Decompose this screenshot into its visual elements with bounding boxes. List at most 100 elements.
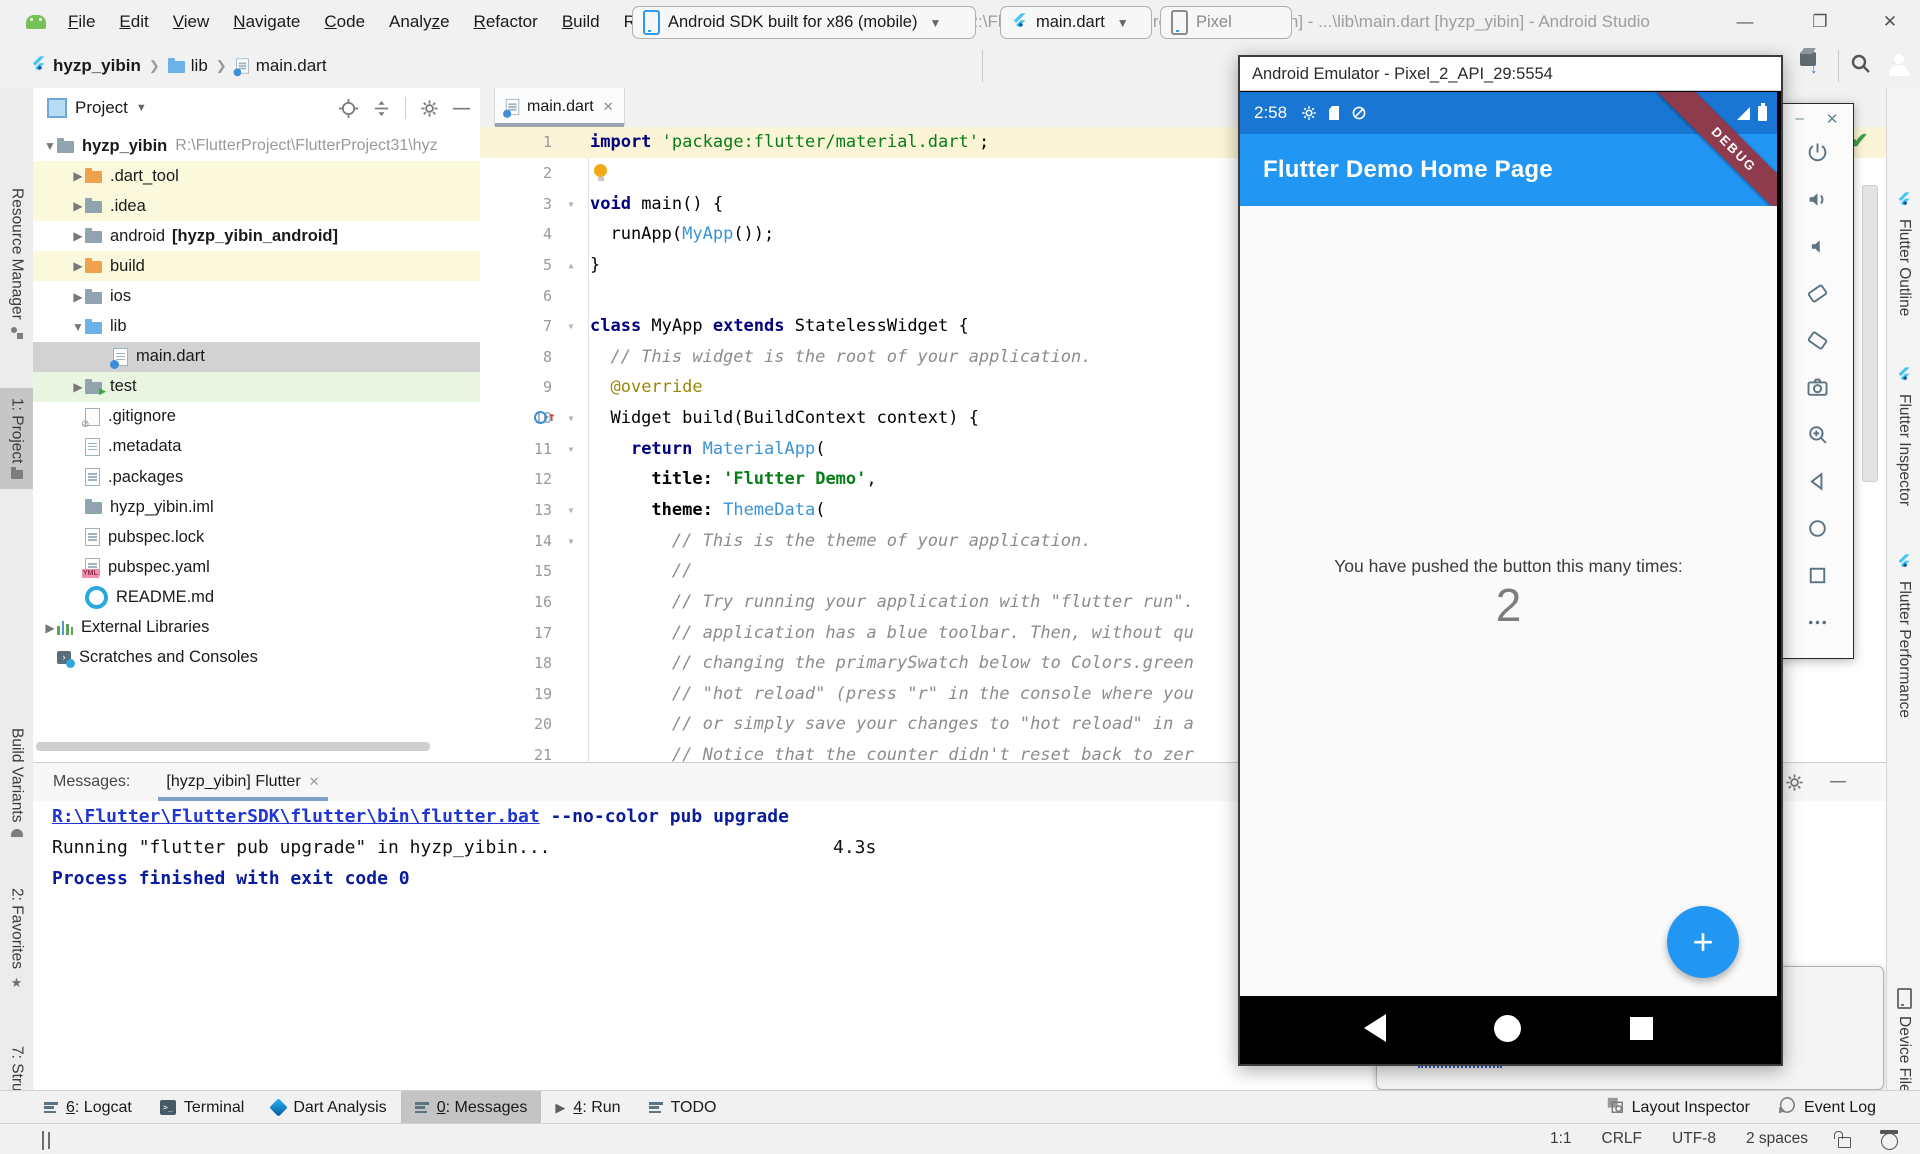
status-indent-setting[interactable]: 2 spaces [1746,1130,1808,1148]
fold-marker-icon[interactable]: ▴ [552,258,590,272]
fold-marker-icon[interactable]: ▾ [552,319,590,333]
tree-row-android[interactable]: ▶android[hyzp_yibin_android] [33,221,480,251]
chevron-right-icon[interactable]: ▶ [71,169,85,183]
chevron-right-icon[interactable]: ▶ [71,199,85,213]
menu-item-file[interactable]: File [56,0,107,44]
emulator-more-button[interactable] [1803,608,1831,636]
menu-item-analyze[interactable]: Analyze [377,0,462,44]
tree-row-hyzp_yibin-iml[interactable]: hyzp_yibin.iml [33,492,480,522]
fold-marker-icon[interactable]: ▾ [552,197,590,211]
status-encoding[interactable]: UTF-8 [1672,1130,1716,1148]
sidebar-item-flutter-outline[interactable]: Flutter Outline [1887,191,1920,316]
window-minimize-button[interactable]: — [1715,0,1775,44]
tab-todo[interactable]: TODO [635,1091,731,1124]
chevron-down-icon[interactable]: ▼ [71,320,85,334]
tree-row--gitignore[interactable]: ⊘.gitignore [33,402,480,432]
hide-panel-icon[interactable]: — [453,98,470,118]
home-button[interactable] [1494,1015,1521,1042]
sidebar-item-flutter-performance[interactable]: Flutter Performance [1887,553,1920,718]
emulator-toolbar-close-button[interactable]: ✕ [1826,110,1839,128]
tab-terminal[interactable]: >_Terminal [146,1091,258,1124]
emulator-volume-up-button[interactable] [1803,185,1831,213]
menu-item-build[interactable]: Build [550,0,612,44]
sidebar-item-1-project[interactable]: 1: Project [0,388,33,489]
window-close-button[interactable]: ✕ [1860,0,1920,44]
emulator-toolbar-minimize-button[interactable]: – [1796,110,1804,128]
device-selector-dropdown[interactable]: Android SDK built for x86 (mobile) ▼ [632,6,976,39]
horizontal-scrollbar[interactable] [36,742,430,751]
chevron-right-icon[interactable]: ▶ [43,621,57,635]
tree-row-test[interactable]: ▶▶test [33,372,480,402]
tree-row--idea[interactable]: ▶.idea [33,191,480,221]
window-restore-button[interactable]: ❐ [1790,0,1850,44]
tree-row-lib[interactable]: ▼lib [33,312,480,342]
intention-bulb-icon[interactable] [594,164,607,177]
chevron-right-icon[interactable]: ▶ [71,380,85,394]
fold-marker-icon[interactable]: ▾ [552,411,590,425]
emulator-camera-button[interactable] [1803,373,1831,401]
emulator-back-button[interactable] [1803,467,1831,495]
menu-item-code[interactable]: Code [312,0,377,44]
console-file-link[interactable]: R:\Flutter\FlutterSDK\flutter\bin\flutte… [52,806,540,827]
menu-item-edit[interactable]: Edit [107,0,160,44]
tool-window-toggle-icon[interactable] [42,1132,44,1150]
sidebar-item-build-variants[interactable]: Build Variants [0,728,33,837]
back-button[interactable] [1364,1014,1386,1042]
tab-event-log[interactable]: Event Log [1764,1091,1890,1124]
locate-file-icon[interactable] [339,99,358,118]
sdk-manager-button[interactable]: ↓ [1800,52,1818,77]
hide-panel-icon[interactable]: — [1830,773,1846,791]
tree-row-README-md[interactable]: README.md [33,582,480,612]
target-device-dropdown[interactable]: Pixel [1160,6,1292,39]
sidebar-item-2-favorites[interactable]: 2: Favorites★ [0,888,33,989]
unlock-icon[interactable] [1838,1137,1851,1148]
tree-row--dart_tool[interactable]: ▶.dart_tool [33,161,480,191]
chevron-right-icon[interactable]: ▶ [71,290,85,304]
tab-0-messages[interactable]: 0: Messages [401,1091,542,1124]
tree-row-pubspec-yaml[interactable]: YMLpubspec.yaml [33,552,480,582]
tree-row-hyzp_yibin[interactable]: ▼hyzp_yibinR:\FlutterProject\FlutterProj… [33,131,480,161]
tree-row-Scratches-and-Consoles[interactable]: ›Scratches and Consoles [33,643,480,673]
emulator-screen[interactable]: 2:58 Flutter Demo Home Page DEBUG You ha… [1240,92,1777,1060]
tree-row--metadata[interactable]: .metadata [33,432,480,462]
fold-marker-icon[interactable]: ▾ [552,534,590,548]
emulator-rotate-left-button[interactable] [1803,279,1831,307]
sidebar-item-resource-manager[interactable]: Resource Manager [0,188,33,339]
close-tab-icon[interactable]: ✕ [309,774,320,790]
emulator-power-button[interactable] [1803,138,1831,166]
status-caret-position[interactable]: 1:1 [1550,1130,1572,1148]
tab-4-run[interactable]: ▶4: Run [541,1091,634,1124]
overview-button[interactable] [1630,1017,1653,1040]
tab-main-dart[interactable]: main.dart ✕ [494,88,625,126]
chevron-down-icon[interactable]: ▼ [43,139,57,153]
tree-row-External-Libraries[interactable]: ▶External Libraries [33,613,480,643]
menu-item-navigate[interactable]: Navigate [221,0,312,44]
tab-6-logcat[interactable]: 6: Logcat [30,1091,146,1124]
chevron-right-icon[interactable]: ▶ [71,259,85,273]
breadcrumb-item-hyzp_yibin[interactable]: hyzp_yibin [30,55,141,77]
flutter-output-tab[interactable]: [hyzp_yibin] Flutter ✕ [158,763,327,801]
close-tab-icon[interactable]: ✕ [603,99,614,115]
emulator-rotate-right-button[interactable] [1803,326,1831,354]
inspection-profile-icon[interactable] [1881,1133,1898,1150]
breadcrumb-item-lib[interactable]: lib [168,56,208,76]
gear-icon[interactable] [420,99,439,118]
chevron-down-icon[interactable]: ▼ [136,102,147,114]
override-marker-icon[interactable]: ↑ [534,411,556,424]
chevron-right-icon[interactable]: ▶ [71,229,85,243]
emulator-overview-button[interactable] [1803,561,1831,589]
fold-marker-icon[interactable]: ▾ [552,503,590,517]
editor-scrollbar[interactable] [1862,185,1878,482]
tab-layout-inspector[interactable]: Layout Inspector [1592,1091,1764,1124]
sidebar-item-flutter-inspector[interactable]: Flutter Inspector [1887,366,1920,506]
fold-marker-icon[interactable]: ▾ [552,442,590,456]
menu-item-refactor[interactable]: Refactor [462,0,550,44]
increment-fab-button[interactable]: + [1667,906,1739,978]
tree-row-main-dart[interactable]: main.dart [33,342,480,372]
status-line-ending[interactable]: CRLF [1602,1130,1642,1148]
menu-item-view[interactable]: View [161,0,222,44]
tree-row-build[interactable]: ▶build [33,251,480,281]
tree-row--packages[interactable]: .packages [33,462,480,492]
emulator-home-button[interactable] [1803,514,1831,542]
tree-row-pubspec-lock[interactable]: pubspec.lock [33,522,480,552]
